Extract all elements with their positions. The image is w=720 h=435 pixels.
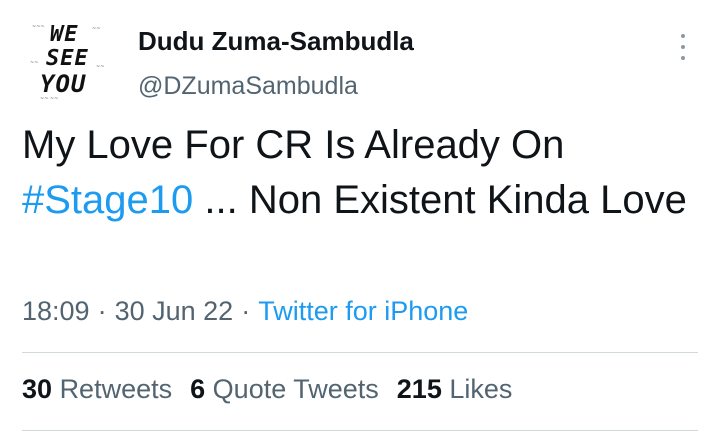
meta-separator: · [97,296,107,326]
tweet-meta: 18:09 · 30 Jun 22 · Twitter for iPhone [22,296,468,327]
avatar-scribble: ~~ [30,60,39,66]
author-handle[interactable]: @DZumaSambudla [138,72,358,101]
quote-tweets-count: 6 [190,374,206,404]
meta-separator: · [241,296,251,326]
hashtag-link[interactable]: #Stage10 [22,178,193,222]
avatar-scribble: ~~~ [32,24,45,30]
tweet-text-before: My Love For CR Is Already On [22,123,565,167]
quote-tweets-label: Quote Tweets [212,374,379,404]
divider [22,430,698,431]
more-dot [681,34,685,38]
divider [22,352,698,353]
avatar-text-see: SEE [46,46,89,71]
retweets-count: 30 [22,374,53,404]
avatar-text-you: YOU [40,70,87,98]
tweet-date[interactable]: 30 Jun 22 [115,296,234,326]
tweet-text-after: ... Non Existent Kinda Love [193,178,687,222]
tweet-card: ~~~ ~~ ~~ ~~ ~~ ~~ WE SEE YOU Dudu Zuma-… [0,0,720,435]
avatar-scribble: ~~ [92,26,101,32]
avatar[interactable]: ~~~ ~~ ~~ ~~ ~~ ~~ WE SEE YOU [26,20,114,104]
tweet-source-link[interactable]: Twitter for iPhone [258,296,468,326]
tweet-time[interactable]: 18:09 [22,296,90,326]
likes-count: 215 [396,374,442,404]
tweet-stats: 30 Retweets 6 Quote Tweets 215 Likes [22,374,530,405]
more-dot [681,45,685,49]
more-dot [681,56,685,60]
avatar-scribble: ~~ [96,64,105,70]
more-vertical-icon[interactable] [676,34,690,60]
avatar-text-we: WE [50,22,79,47]
retweets-stat[interactable]: 30 Retweets [22,374,172,404]
likes-stat[interactable]: 215 Likes [397,374,513,404]
tweet-text: My Love For CR Is Already On #Stage10 ..… [22,118,702,228]
likes-label: Likes [449,374,513,404]
quote-tweets-stat[interactable]: 6 Quote Tweets [190,374,379,404]
retweets-label: Retweets [59,374,173,404]
author-display-name[interactable]: Dudu Zuma-Sambudla [138,26,414,57]
